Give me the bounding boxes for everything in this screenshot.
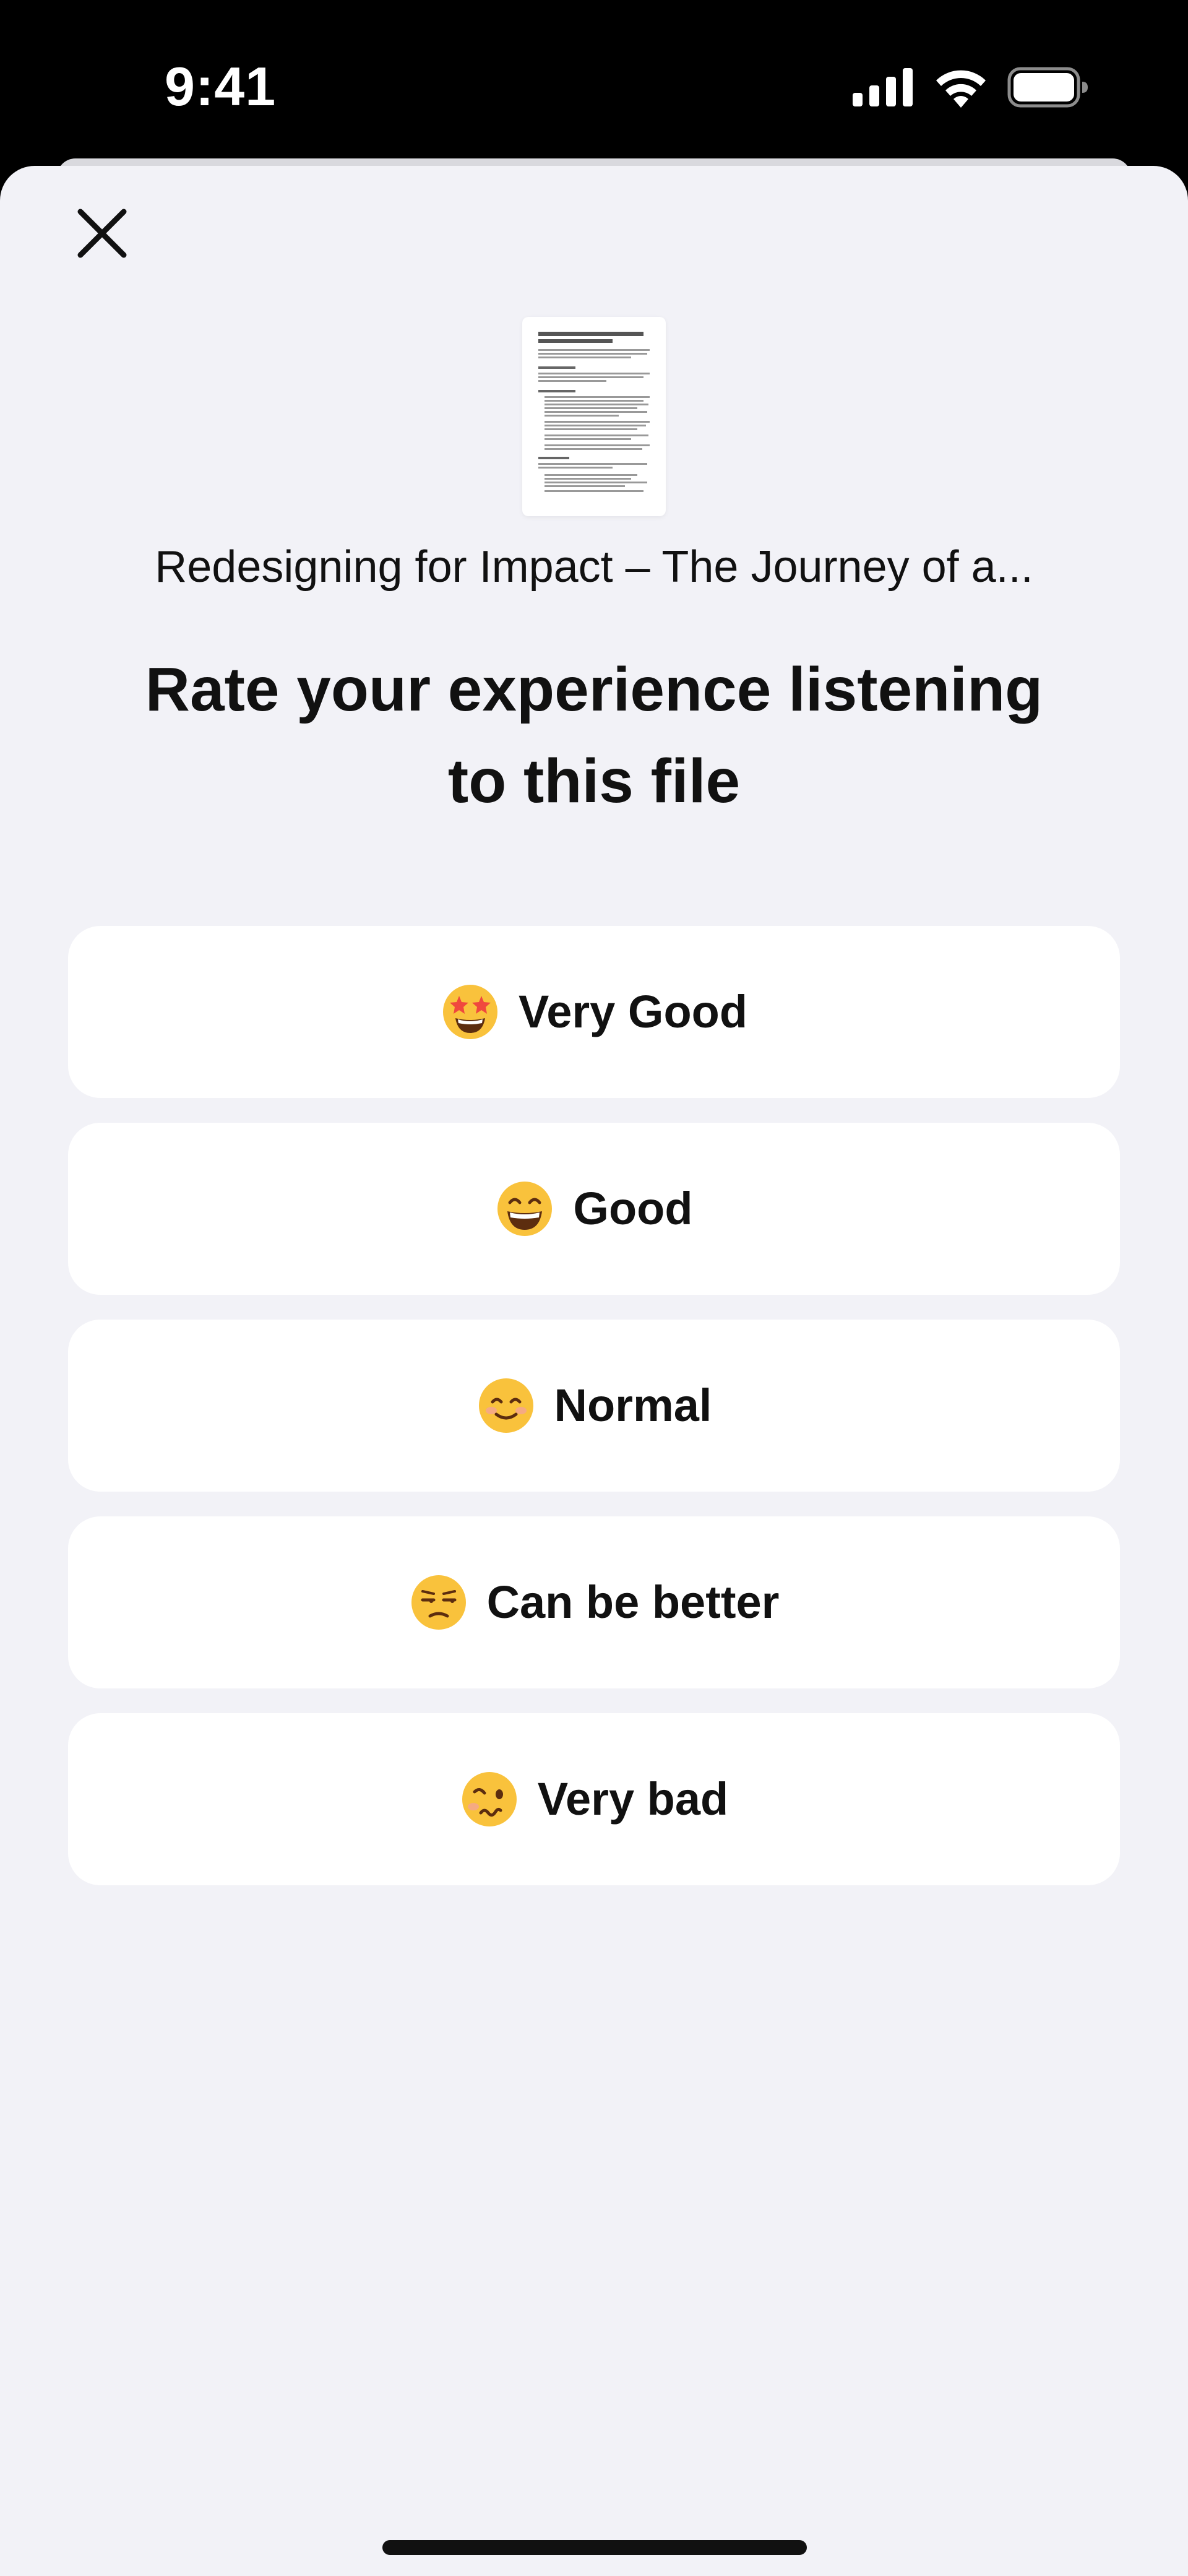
rating-option-can-be-better[interactable]: Can be better — [68, 1516, 1120, 1688]
status-bar: 9:41 — [0, 0, 1188, 161]
rating-option-label: Very bad — [537, 1773, 729, 1825]
rating-option-very-good[interactable]: Very Good — [68, 926, 1120, 1098]
unamused-face-emoji-icon — [411, 1575, 466, 1630]
rating-option-normal[interactable]: Normal — [68, 1320, 1120, 1492]
file-title: Redesigning for Impact – The Journey of … — [155, 542, 1033, 592]
close-icon — [77, 209, 127, 258]
rating-options: Very Good Good Normal Can be better Very… — [68, 926, 1120, 1910]
document-page-preview — [538, 332, 650, 492]
rating-option-very-bad[interactable]: Very bad — [68, 1713, 1120, 1885]
rating-option-label: Normal — [554, 1380, 712, 1431]
battery-icon — [1007, 67, 1088, 108]
home-indicator[interactable] — [382, 2540, 807, 2555]
smiling-face-emoji-icon — [478, 1378, 533, 1433]
status-time: 9:41 — [165, 56, 277, 117]
rating-option-label: Very Good — [518, 986, 748, 1037]
wifi-icon — [936, 70, 986, 108]
star-struck-emoji-icon — [442, 985, 497, 1039]
rating-option-label: Can be better — [486, 1576, 780, 1628]
grinning-face-emoji-icon — [497, 1182, 553, 1236]
screen: 9:41 Redesigning for Impact – The Journe… — [0, 0, 1188, 2576]
close-button[interactable] — [68, 199, 136, 267]
rating-option-label: Good — [573, 1183, 693, 1234]
rating-option-good[interactable]: Good — [68, 1123, 1120, 1295]
woozy-face-emoji-icon — [462, 1772, 517, 1826]
document-thumbnail — [522, 317, 666, 516]
cellular-signal-icon — [853, 68, 913, 106]
page-title: Rate your experience listening to this f… — [145, 655, 1043, 816]
